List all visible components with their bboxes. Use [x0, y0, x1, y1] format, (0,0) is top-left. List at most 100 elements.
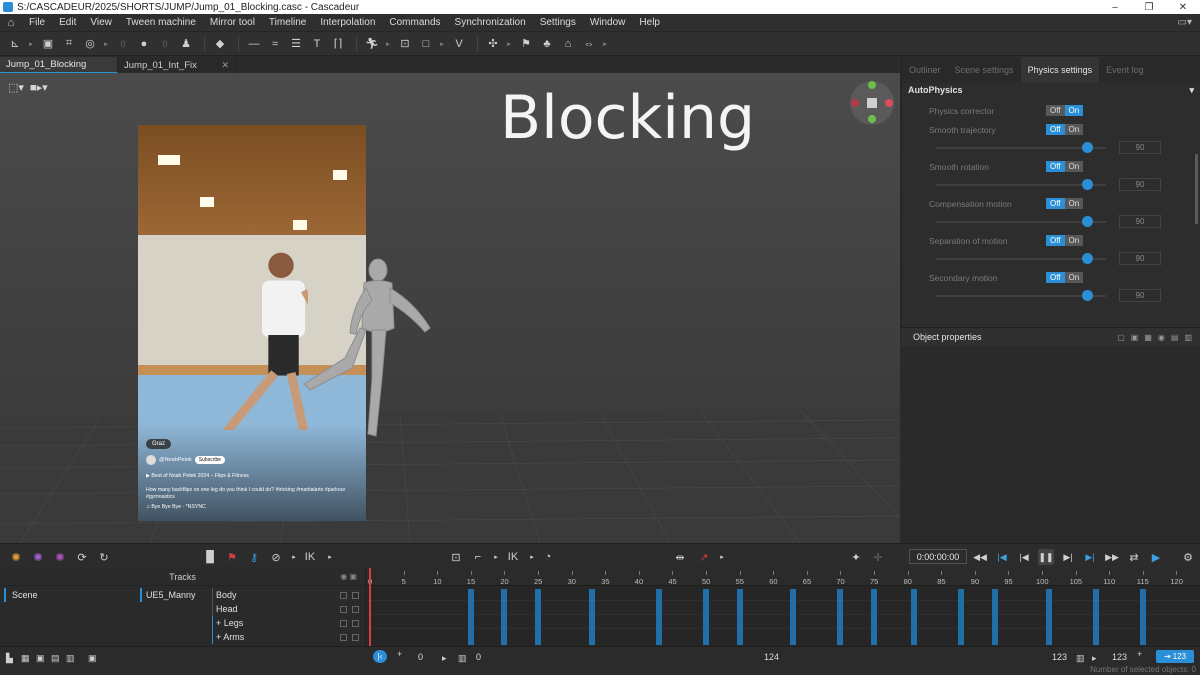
- link-icon[interactable]: ▣: [1131, 333, 1139, 342]
- decrement-icon[interactable]: ▸: [442, 653, 447, 664]
- folder-icon[interactable]: ▣: [36, 653, 45, 664]
- tab-jump-01-int-fix[interactable]: Jump_01_Int_Fix ✕: [118, 57, 236, 73]
- end-frame-field[interactable]: 123: [1112, 652, 1127, 662]
- range-start-field[interactable]: 0: [476, 652, 481, 662]
- fast-forward-icon[interactable]: ▶▶: [1104, 549, 1120, 565]
- align-icon[interactable]: ☰: [287, 35, 305, 53]
- prev-frame-icon[interactable]: |◀: [1016, 549, 1032, 565]
- pause-icon[interactable]: ❚❚: [1038, 549, 1054, 565]
- smooth-trajectory-toggle[interactable]: Off On: [1046, 124, 1084, 135]
- target-icon[interactable]: ◎: [81, 35, 99, 53]
- v-tool-icon[interactable]: V: [450, 35, 468, 53]
- increment-icon[interactable]: +: [1137, 649, 1142, 659]
- close-tab-icon[interactable]: ✕: [221, 60, 229, 71]
- next-frame-icon[interactable]: ▶|: [1060, 549, 1076, 565]
- lock-icon[interactable]: ▥: [1184, 333, 1192, 342]
- autophysics-icon[interactable]: ✺: [52, 549, 68, 565]
- tab-event-log[interactable]: Event log: [1099, 57, 1151, 83]
- end-frame-pill[interactable]: ⇥ 123: [1156, 650, 1194, 663]
- group-track-icon[interactable]: ▦: [21, 653, 30, 664]
- keyframe-marker[interactable]: [1139, 589, 1146, 645]
- skeleton-icon[interactable]: ✣: [484, 35, 502, 53]
- compensation-motion-toggle[interactable]: Off On: [1046, 198, 1084, 209]
- slider-track[interactable]: [936, 147, 1106, 149]
- loop-icon[interactable]: ⟳: [74, 549, 90, 565]
- line-icon[interactable]: ―: [245, 35, 263, 53]
- track-lock-checkbox[interactable]: [352, 634, 359, 641]
- key-icon[interactable]: ⚷: [246, 549, 262, 565]
- keyframe-marker[interactable]: [871, 589, 877, 645]
- crosshair-icon[interactable]: ✛: [870, 549, 886, 565]
- dropdown-arrow-icon[interactable]: ▸: [488, 549, 504, 565]
- tab-physics-settings[interactable]: Physics settings: [1020, 57, 1100, 83]
- keyframe-marker[interactable]: [588, 589, 595, 645]
- timeline-ruler[interactable]: 0510152025303540455055606570758085909510…: [367, 568, 1200, 586]
- increment-icon[interactable]: ▸: [1092, 653, 1097, 664]
- timecode-field[interactable]: 0:00:00:00: [909, 549, 967, 564]
- dropdown-arrow-icon[interactable]: ▸: [286, 549, 302, 565]
- menu-tween-machine[interactable]: Tween machine: [119, 17, 203, 28]
- resize-icon[interactable]: ⇔: [580, 35, 598, 53]
- split-icon[interactable]: ⇹: [672, 549, 688, 565]
- speed-icon[interactable]: ◔: [540, 549, 556, 565]
- menu-window[interactable]: Window: [583, 17, 633, 28]
- jump-start-button[interactable]: |‹: [373, 650, 387, 663]
- menu-timeline[interactable]: Timeline: [262, 17, 313, 28]
- add-track-icon[interactable]: ▙: [6, 653, 13, 664]
- collapse-icon[interactable]: ▾: [1189, 85, 1194, 96]
- ik-icon[interactable]: IK: [505, 549, 521, 565]
- track-visibility-checkbox[interactable]: [340, 620, 347, 627]
- point-icon[interactable]: ●: [135, 35, 153, 53]
- fit-icon[interactable]: ⊡: [396, 35, 414, 53]
- refresh-icon[interactable]: ↻: [96, 549, 112, 565]
- delete-track-icon[interactable]: ▥: [66, 653, 75, 664]
- slider-handle[interactable]: [1082, 179, 1093, 190]
- tab-outliner[interactable]: Outliner: [902, 57, 948, 83]
- minimize-button[interactable]: –: [1098, 2, 1132, 13]
- close-button[interactable]: ✕: [1166, 2, 1200, 13]
- mirror-icon[interactable]: ▐▌: [202, 549, 218, 565]
- forbid-icon[interactable]: ⊘: [268, 549, 284, 565]
- keyframe-marker[interactable]: [655, 589, 662, 645]
- tab-scene-settings[interactable]: Scene settings: [948, 57, 1021, 83]
- panel-scrollbar[interactable]: [1195, 154, 1198, 224]
- slider-value-field[interactable]: 90: [1119, 289, 1161, 302]
- slider-track[interactable]: [936, 258, 1106, 260]
- menu-file[interactable]: File: [22, 17, 52, 28]
- slider-value-field[interactable]: 90: [1119, 141, 1161, 154]
- menu-synchronization[interactable]: Synchronization: [448, 17, 533, 28]
- repeat-icon[interactable]: ⇄: [1126, 549, 1142, 565]
- start-frame-field[interactable]: 0: [418, 652, 423, 662]
- ik-icon[interactable]: IK: [302, 549, 318, 565]
- menu-edit[interactable]: Edit: [52, 17, 83, 28]
- range-end-field[interactable]: 123: [1052, 652, 1067, 662]
- toolbar-value-a[interactable]: 0: [114, 35, 132, 53]
- next-key-icon[interactable]: ▶|: [1082, 549, 1098, 565]
- keyframe-marker[interactable]: [501, 589, 508, 645]
- select-mode-icon[interactable]: ⬚▾: [8, 81, 24, 94]
- interpolation-icon[interactable]: ✺: [8, 549, 24, 565]
- keyframe-marker[interactable]: [467, 589, 474, 645]
- track-lock-checkbox[interactable]: [352, 606, 359, 613]
- keyframe-marker[interactable]: [958, 589, 965, 645]
- bracket-icon[interactable]: ⌈⌉: [329, 35, 347, 53]
- track-head[interactable]: Head: [212, 602, 332, 616]
- house-icon[interactable]: ⌂: [559, 35, 577, 53]
- layout-icon[interactable]: ▭▾: [1178, 17, 1192, 28]
- slider-handle[interactable]: [1082, 253, 1093, 264]
- keyframe-marker[interactable]: [837, 589, 844, 645]
- keyframe-marker[interactable]: [1045, 589, 1052, 645]
- dropdown-arrow-icon[interactable]: ▸: [714, 549, 730, 565]
- autophysics-section-header[interactable]: AutoPhysics ▾: [902, 83, 1200, 97]
- playhead[interactable]: [369, 568, 371, 646]
- rewind-icon[interactable]: ◀◀: [972, 549, 988, 565]
- track-body[interactable]: Body: [212, 588, 332, 602]
- dropdown-arrow-icon[interactable]: ▸: [505, 35, 513, 53]
- curve-icon[interactable]: ≈: [266, 35, 284, 53]
- frame-select-icon[interactable]: ⊡: [448, 549, 464, 565]
- character-icon[interactable]: ♟: [177, 35, 195, 53]
- menu-settings[interactable]: Settings: [533, 17, 583, 28]
- dropdown-arrow-icon[interactable]: ▸: [384, 35, 392, 53]
- dropdown-arrow-icon[interactable]: ▸: [27, 35, 35, 53]
- wand-icon[interactable]: ✦: [848, 549, 864, 565]
